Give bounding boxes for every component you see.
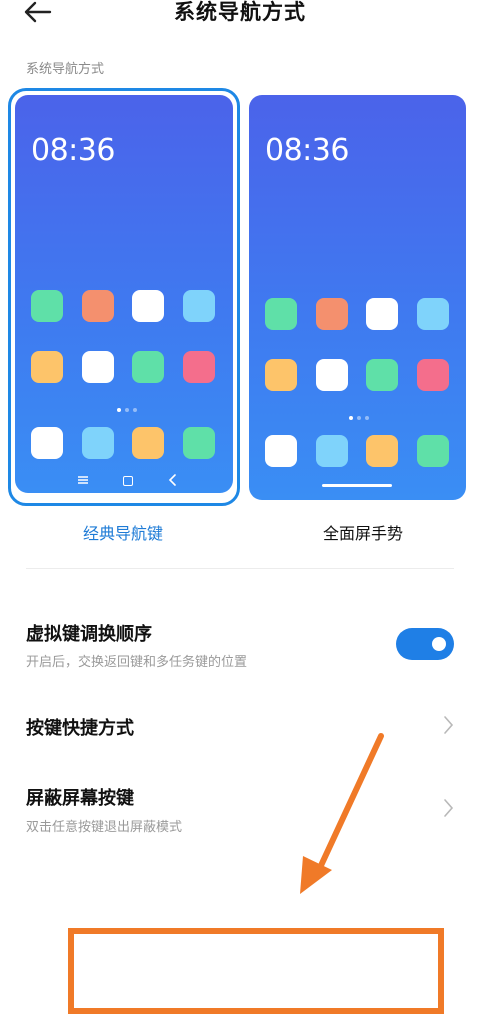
app-icon — [316, 359, 348, 391]
app-icon — [366, 435, 398, 467]
app-icon — [132, 351, 164, 383]
app-icon — [132, 290, 164, 322]
section-label: 系统导航方式 — [26, 62, 105, 77]
divider — [26, 568, 454, 569]
app-icon — [366, 359, 398, 391]
page-dots — [117, 408, 147, 414]
annotation-highlight-box — [68, 928, 444, 1014]
app-icon — [183, 427, 215, 459]
setting-title: 按键快捷方式 — [26, 718, 134, 739]
menu-icon — [78, 476, 88, 484]
app-icon — [31, 351, 63, 383]
back-key-icon — [168, 474, 176, 486]
setting-description: 双击任意按键退出屏蔽模式 — [26, 820, 183, 835]
app-icon — [265, 359, 297, 391]
app-icon — [366, 298, 398, 330]
gesture-bar-icon — [322, 484, 392, 487]
home-key-icon — [123, 476, 133, 486]
chevron-right-icon — [444, 716, 454, 734]
page-title: 系统导航方式 — [174, 0, 306, 24]
header: 系统导航方式 — [0, 0, 480, 30]
page-dots — [349, 416, 379, 422]
app-icon — [316, 435, 348, 467]
app-icon — [265, 435, 297, 467]
option-label-classic[interactable]: 经典导航键 — [0, 520, 246, 544]
phone-preview-gesture: 08:36 — [249, 95, 466, 500]
setting-title: 虚拟键调换顺序 — [26, 624, 152, 645]
app-icon — [132, 427, 164, 459]
option-gesture-nav[interactable]: 08:36 — [246, 88, 478, 506]
preview-clock: 08:36 — [31, 133, 115, 168]
app-icon — [417, 435, 449, 467]
swap-keys-toggle[interactable] — [396, 628, 454, 660]
setting-title: 屏蔽屏幕按键 — [26, 788, 134, 809]
app-icon — [417, 298, 449, 330]
app-icon — [31, 427, 63, 459]
app-icon — [82, 290, 114, 322]
app-icon — [183, 351, 215, 383]
app-icon — [265, 298, 297, 330]
setting-description: 开启后，交换返回键和多任务键的位置 — [26, 655, 248, 670]
option-classic-nav[interactable]: 08:36 — [8, 88, 240, 506]
app-icon — [417, 359, 449, 391]
app-icon — [82, 351, 114, 383]
setting-key-shortcuts[interactable]: 按键快捷方式 — [0, 700, 480, 752]
setting-block-keys[interactable]: 屏蔽屏幕按键 双击任意按键退出屏蔽模式 — [0, 780, 480, 840]
app-icon — [82, 427, 114, 459]
app-icon — [316, 298, 348, 330]
phone-preview-classic: 08:36 — [15, 95, 233, 493]
app-icon — [31, 290, 63, 322]
option-label-gesture[interactable]: 全面屏手势 — [246, 520, 480, 544]
preview-clock: 08:36 — [265, 133, 349, 168]
chevron-right-icon — [444, 799, 454, 817]
toggle-knob — [432, 637, 446, 651]
app-icon — [183, 290, 215, 322]
